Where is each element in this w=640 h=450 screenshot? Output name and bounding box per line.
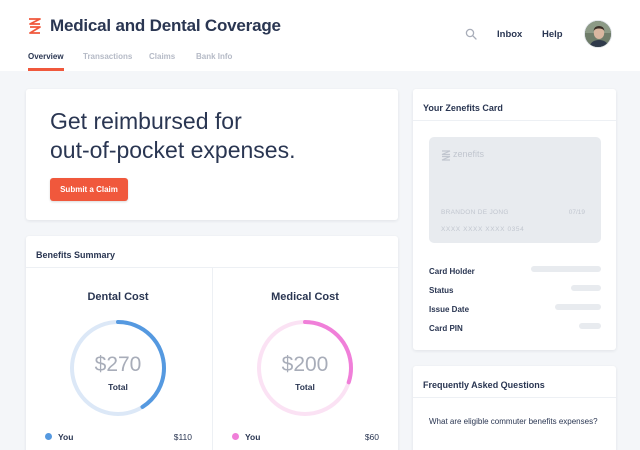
- page-title: Medical and Dental Coverage: [50, 16, 281, 35]
- dental-cost-title: Dental Cost: [87, 291, 149, 303]
- faq-title: Frequently Asked Questions: [423, 380, 545, 390]
- card-holder-name: BRANDON DE JONG: [441, 209, 509, 216]
- medical-total-label: Total: [295, 382, 315, 392]
- card-holder-label: Card Holder: [429, 267, 475, 276]
- zenefits-card-divider: [413, 120, 616, 121]
- status-value-placeholder: [571, 285, 601, 291]
- tab-claims[interactable]: Claims: [149, 52, 175, 61]
- faq-question-link[interactable]: What are eligible commuter benefits expe…: [429, 415, 599, 429]
- card-holder-value-placeholder: [531, 266, 601, 272]
- reimbursement-hero-card: Get reimbursed for out-of-pocket expense…: [26, 89, 398, 220]
- medical-total-amount: $200: [281, 353, 329, 376]
- inbox-link[interactable]: Inbox: [497, 29, 522, 40]
- dental-legend-value: $110: [173, 432, 192, 442]
- help-link[interactable]: Help: [542, 29, 563, 40]
- user-avatar[interactable]: [584, 20, 612, 48]
- dental-legend-dot: [45, 433, 52, 440]
- dental-total-amount: $270: [94, 353, 142, 376]
- card-pin-label: Card PIN: [429, 324, 463, 333]
- medical-legend-label: You: [245, 432, 261, 442]
- zenefits-card-title: Your Zenefits Card: [423, 103, 503, 113]
- zenefits-logo-icon[interactable]: [28, 17, 42, 35]
- app-header: Medical and Dental Coverage Overview Tra…: [0, 0, 640, 71]
- card-number: XXXX XXXX XXXX 0354: [441, 226, 525, 233]
- tab-bank-info[interactable]: Bank Info: [196, 52, 232, 61]
- dental-total-label: Total: [108, 382, 128, 392]
- faq-card: Frequently Asked Questions What are elig…: [413, 366, 616, 450]
- dental-legend-label: You: [58, 432, 74, 442]
- zenefits-debit-card[interactable]: zenefits BRANDON DE JONG 07/19 XXXX XXXX…: [429, 137, 601, 243]
- medical-legend-dot: [232, 433, 239, 440]
- avatar-image: [585, 21, 611, 47]
- medical-legend-value: $60: [364, 432, 379, 442]
- faq-divider: [413, 397, 616, 398]
- benefits-column-divider: [212, 268, 213, 450]
- tab-overview[interactable]: Overview: [28, 52, 64, 71]
- benefits-summary-title: Benefits Summary: [36, 250, 116, 260]
- issue-date-label: Issue Date: [429, 305, 470, 314]
- issue-date-value-placeholder: [555, 304, 601, 310]
- search-icon[interactable]: [465, 28, 477, 40]
- zenefits-card-panel: Your Zenefits Card zenefits BRANDON DE J…: [413, 89, 616, 350]
- zenefits-card-logo-icon: [441, 150, 451, 161]
- hero-title-line-2: out-of-pocket expenses.: [50, 137, 296, 163]
- medical-cost-title: Medical Cost: [271, 291, 339, 303]
- hero-title-line-1: Get reimbursed for: [50, 108, 242, 134]
- submit-claim-button[interactable]: Submit a Claim: [50, 178, 128, 201]
- zenefits-card-brand: zenefits: [453, 149, 485, 159]
- hero-title: Get reimbursed for out-of-pocket expense…: [50, 107, 390, 165]
- tab-transactions[interactable]: Transactions: [83, 52, 132, 61]
- benefits-summary-card: Benefits Summary Dental Cost $270 Total …: [26, 236, 398, 450]
- card-pin-value-placeholder: [579, 323, 601, 329]
- card-expiry: 07/19: [568, 209, 585, 216]
- status-label: Status: [429, 286, 454, 295]
